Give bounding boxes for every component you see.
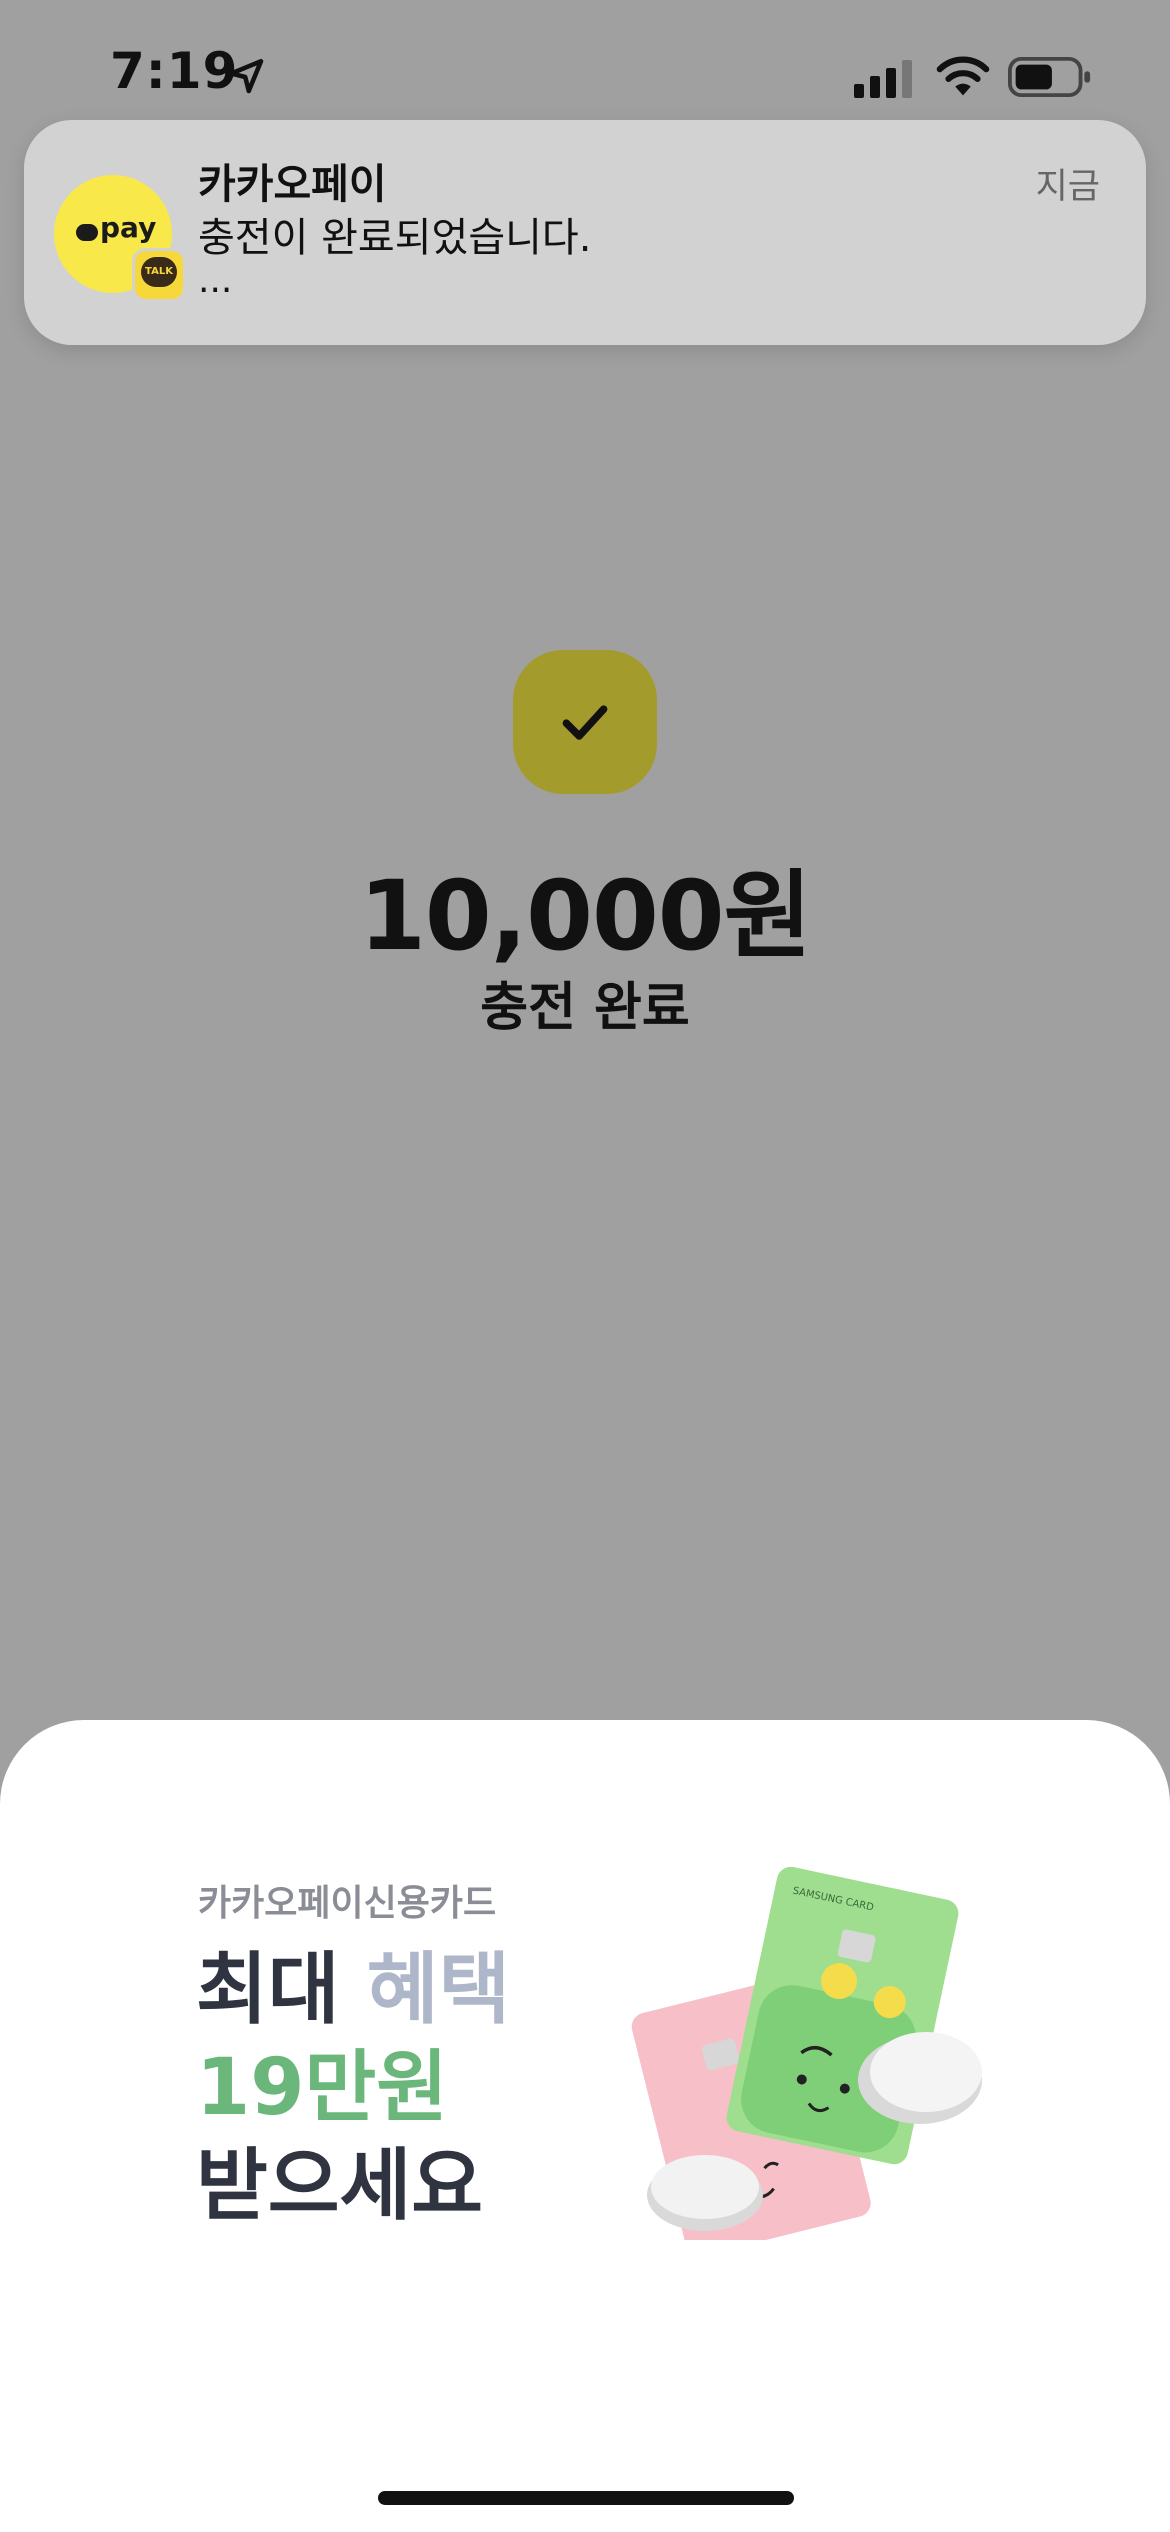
success-check-badge <box>513 650 657 794</box>
status-time: 7:19 <box>110 42 239 100</box>
promo-line1-highlight: 혜택 <box>366 1945 511 2035</box>
credit-card-illustration[interactable]: SAMSUNG CARD <box>600 1840 1000 2240</box>
charge-complete-label: 충전 완료 <box>480 978 690 1038</box>
promo-headline-line1: 최대 혜택 <box>196 1942 510 2038</box>
notification-timestamp: 지금 <box>1035 167 1100 207</box>
talk-badge-label: TALK <box>141 257 177 287</box>
notification-message: 충전이 완료되었습니다. <box>198 215 592 261</box>
location-arrow-icon <box>228 58 264 94</box>
notification-app-name: 카카오페이 <box>198 160 387 208</box>
kakaopay-app-icon: pay TALK <box>54 175 186 302</box>
promo-headline-line2: 19만원 <box>196 2043 449 2133</box>
promo-subtitle: 카카오페이신용카드 <box>198 1883 497 1924</box>
pay-logo-text: pay <box>100 211 157 244</box>
wifi-icon <box>936 56 990 96</box>
talk-badge-icon: TALK <box>132 248 186 302</box>
push-notification[interactable]: pay TALK 카카오페이 충전이 완료되었습니다. ... 지금 <box>24 120 1146 345</box>
promo-bottom-sheet[interactable]: 카카오페이신용카드 최대 혜택 19만원 받으세요 SAMSUNG CARD <box>0 1720 1170 2532</box>
promo-line1-text: 최대 <box>196 1945 367 2035</box>
promo-headline-line3: 받으세요 <box>196 2141 484 2231</box>
home-indicator[interactable] <box>378 2491 794 2505</box>
speech-bubble-icon <box>76 224 98 241</box>
notification-more: ... <box>198 260 233 301</box>
charge-amount: 10,000원 <box>359 860 812 972</box>
cellular-signal-icon <box>854 60 912 98</box>
coin-left-icon <box>647 2155 763 2231</box>
battery-icon <box>1008 56 1091 98</box>
checkmark-icon <box>562 705 608 740</box>
